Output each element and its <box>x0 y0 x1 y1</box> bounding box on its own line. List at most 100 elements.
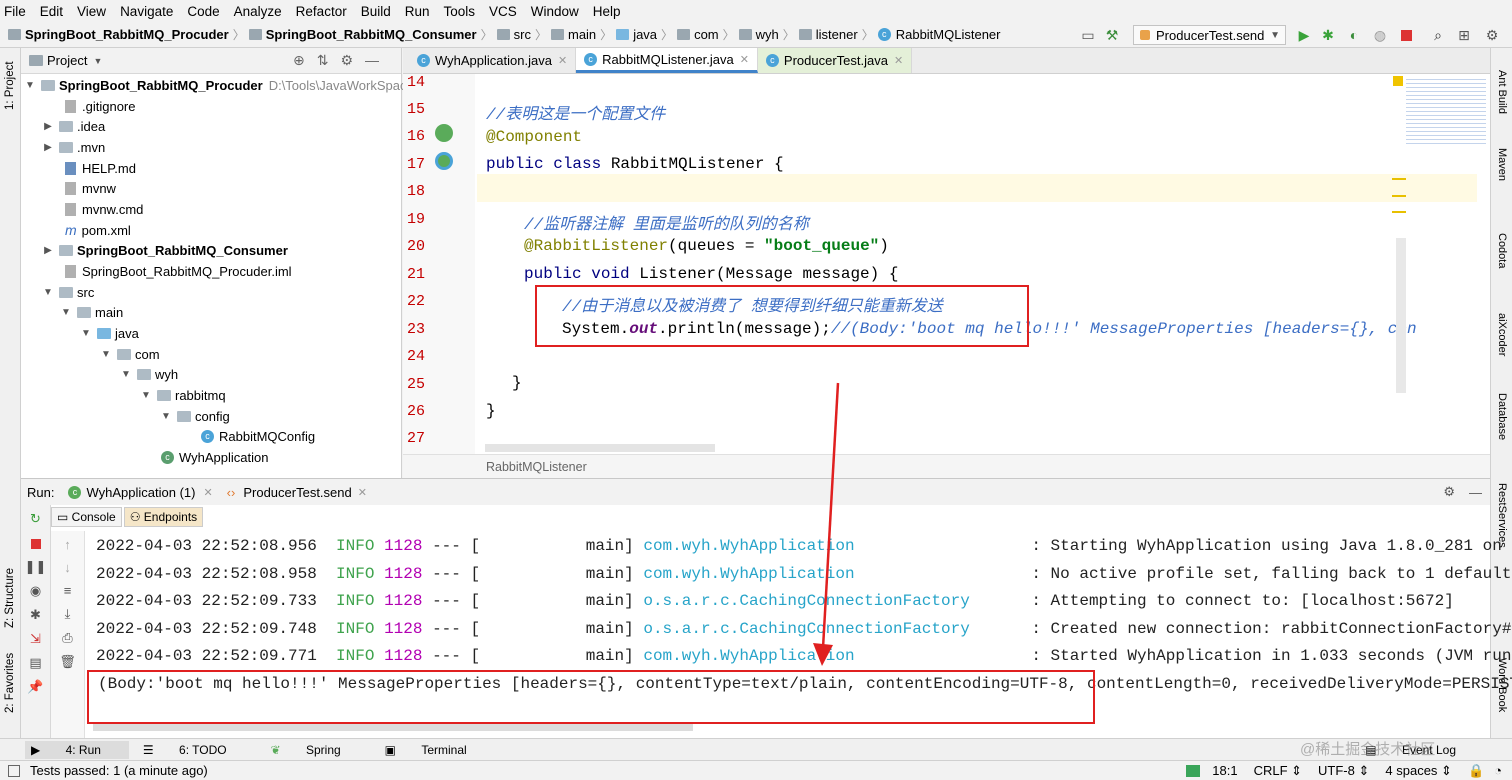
run-icon[interactable]: ▶ <box>1296 27 1312 43</box>
layout-icon[interactable]: ▤ <box>21 655 50 671</box>
breadcrumb-module[interactable]: SpringBoot_RabbitMQ_Consumer 〉 <box>248 26 493 43</box>
tree-item[interactable]: m pom.xml <box>65 220 131 240</box>
database-tab[interactable]: Database <box>1496 393 1508 440</box>
log-line[interactable]: 2022-04-03 22:52:08.956 INFO 1128 --- [ … <box>96 537 1502 555</box>
tab-rabbitmqlistener[interactable]: c RabbitMQListener.java ✕ <box>576 48 758 73</box>
breadcrumb-com[interactable]: com 〉 <box>677 26 735 43</box>
run-tab-wyhapplication[interactable]: c WyhApplication (1) ✕ <box>68 485 213 500</box>
tree-item[interactable]: ▶ SpringBoot_RabbitMQ_Consumer <box>43 240 288 260</box>
menu-window[interactable]: Window <box>531 4 579 19</box>
project-view-select[interactable]: Project <box>47 53 87 68</box>
tree-item[interactable]: ▼ SpringBoot_RabbitMQ_Procuder D:\Tools\Ja… <box>25 75 417 95</box>
plugin-status-icon[interactable] <box>1186 764 1201 777</box>
menu-analyze[interactable]: Analyze <box>234 4 282 19</box>
inspection-status-icon[interactable] <box>1393 76 1403 86</box>
stop-icon[interactable] <box>1398 27 1414 43</box>
panel-actions[interactable]: ⊕⇅⚙— <box>293 52 391 69</box>
close-icon[interactable]: ✕ <box>894 54 903 67</box>
breadcrumb-java[interactable]: java 〉 <box>616 26 673 43</box>
settings-icon[interactable]: ⚙ <box>1484 27 1500 43</box>
spring-bean-icon[interactable] <box>435 124 453 142</box>
menu-view[interactable]: View <box>77 4 106 19</box>
run-configuration-select[interactable]: ProducerTest.send ▼ <box>1133 25 1286 45</box>
trash-icon[interactable]: 🗑 <box>51 654 84 670</box>
close-icon[interactable]: ✕ <box>358 486 367 499</box>
breadcrumb-src[interactable]: src 〉 <box>496 26 547 43</box>
bottom-tab-spring[interactable]: ❦ Spring <box>271 743 363 757</box>
menu-tools[interactable]: Tools <box>444 4 476 19</box>
menu-code[interactable]: Code <box>187 4 219 19</box>
tree-item[interactable]: ▼ main <box>61 302 123 322</box>
breadcrumb-listener[interactable]: listener 〉 <box>798 26 874 43</box>
bottom-tab-run[interactable]: ▶ 4: Run <box>25 740 129 759</box>
debug-bug-icon[interactable]: ✱ <box>1320 27 1336 43</box>
tree-item[interactable]: ▶ .mvn <box>43 137 105 157</box>
run-tab-producertest[interactable]: ‹› ProducerTest.send ✕ <box>227 485 367 500</box>
bottom-tab-todo[interactable]: ☰ 6: TODO <box>143 743 249 757</box>
endpoints-tab[interactable]: ⚇ Endpoints <box>123 507 204 527</box>
breadcrumb-wyh[interactable]: wyh 〉 <box>738 26 795 43</box>
menu-refactor[interactable]: Refactor <box>296 4 347 19</box>
tree-item[interactable]: ▼ java <box>81 323 139 343</box>
code-line-25[interactable]: } <box>512 374 522 392</box>
tree-item[interactable]: ▼ com <box>101 344 160 364</box>
profile-icon[interactable]: ◍ <box>1372 27 1388 43</box>
tree-item[interactable]: mvnw.cmd <box>65 199 143 219</box>
indent-setting[interactable]: 4 spaces ⇕ <box>1385 763 1452 779</box>
lock-icon[interactable]: 🔒 <box>1468 763 1484 779</box>
tree-item[interactable]: ▼ config <box>161 406 230 426</box>
menu-vcs[interactable]: VCS <box>489 4 517 19</box>
bottom-tab-terminal[interactable]: ▣ Terminal <box>385 743 489 757</box>
build-hammer-icon[interactable]: ⚒ <box>1104 27 1120 43</box>
file-encoding[interactable]: UTF-8 ⇕ <box>1318 763 1369 779</box>
spring-bean-class-icon[interactable] <box>435 152 453 170</box>
tree-item[interactable]: ▶ .idea <box>43 116 105 136</box>
tree-item[interactable]: HELP.md <box>65 158 136 178</box>
tree-item[interactable]: mvnw <box>65 178 116 198</box>
menu-build[interactable]: Build <box>361 4 391 19</box>
vertical-scrollbar[interactable] <box>1396 238 1406 393</box>
camera-icon[interactable]: ◉ <box>21 583 50 599</box>
tree-item[interactable]: .gitignore <box>65 96 135 116</box>
tree-item[interactable]: c WyhApplication <box>161 447 268 467</box>
tree-item[interactable]: ▼ src <box>43 282 94 302</box>
breadcrumb-project[interactable]: SpringBoot_RabbitMQ_Procuder 〉 <box>8 26 245 43</box>
debug-icon[interactable]: ✱ <box>21 607 50 623</box>
line-separator[interactable]: CRLF ⇕ <box>1254 763 1302 779</box>
code-line-20[interactable]: @RabbitListener(queues = "boot_queue") <box>524 237 889 255</box>
breadcrumb-class[interactable]: c RabbitMQListener <box>877 27 1001 42</box>
project-tool-tab[interactable]: 1: Project <box>4 61 16 110</box>
pause-icon[interactable]: ❚❚ <box>21 559 50 575</box>
maven-tab[interactable]: Maven <box>1496 148 1508 181</box>
tree-item[interactable]: ▼ wyh <box>121 364 178 384</box>
structure-tool-tab[interactable]: Z: Structure <box>4 568 16 628</box>
menu-file[interactable]: File <box>4 4 26 19</box>
print-icon[interactable]: ⎙ <box>51 630 84 646</box>
code-line-19[interactable]: //监听器注解 里面是监听的队列的名称 <box>524 210 809 234</box>
log-line[interactable]: 2022-04-03 22:52:09.733 INFO 1128 --- [ … <box>96 592 1454 610</box>
favorites-tool-tab[interactable]: 2: Favorites <box>4 653 16 713</box>
editor-breadcrumb-label[interactable]: RabbitMQListener <box>486 460 587 474</box>
console-horizontal-scrollbar[interactable] <box>93 724 693 731</box>
menu-edit[interactable]: Edit <box>40 4 63 19</box>
exit-icon[interactable]: ⇲ <box>21 631 50 647</box>
menu-run[interactable]: Run <box>405 4 430 19</box>
up-icon[interactable]: ↑ <box>51 537 84 552</box>
vcs-icon[interactable]: ⊞ <box>1456 27 1472 43</box>
soft-wrap-icon[interactable]: ≡ <box>51 583 84 598</box>
cursor-position[interactable]: 18:1 <box>1212 763 1237 778</box>
coverage-icon[interactable]: ◐ <box>1346 27 1362 43</box>
project-structure-icon[interactable]: ▭ <box>1080 27 1096 43</box>
close-icon[interactable]: ✕ <box>740 53 749 66</box>
aixcoder-tab[interactable]: aiXcoder <box>1496 313 1508 356</box>
rerun-icon[interactable]: ↻ <box>21 511 50 527</box>
breadcrumb-main[interactable]: main 〉 <box>550 26 612 43</box>
stop-icon[interactable] <box>30 539 41 549</box>
console-tab[interactable]: ▭ Console <box>51 507 122 527</box>
hide-icon[interactable]: — <box>1469 485 1482 500</box>
inspector-icon[interactable]: ◔ <box>1494 763 1502 778</box>
pin-icon[interactable]: 📌 <box>21 679 50 695</box>
code-minimap[interactable] <box>1406 76 1486 146</box>
settings-icon[interactable]: ⚙ <box>1443 484 1455 500</box>
code-line-21[interactable]: public void Listener(Message message) { <box>524 265 898 283</box>
